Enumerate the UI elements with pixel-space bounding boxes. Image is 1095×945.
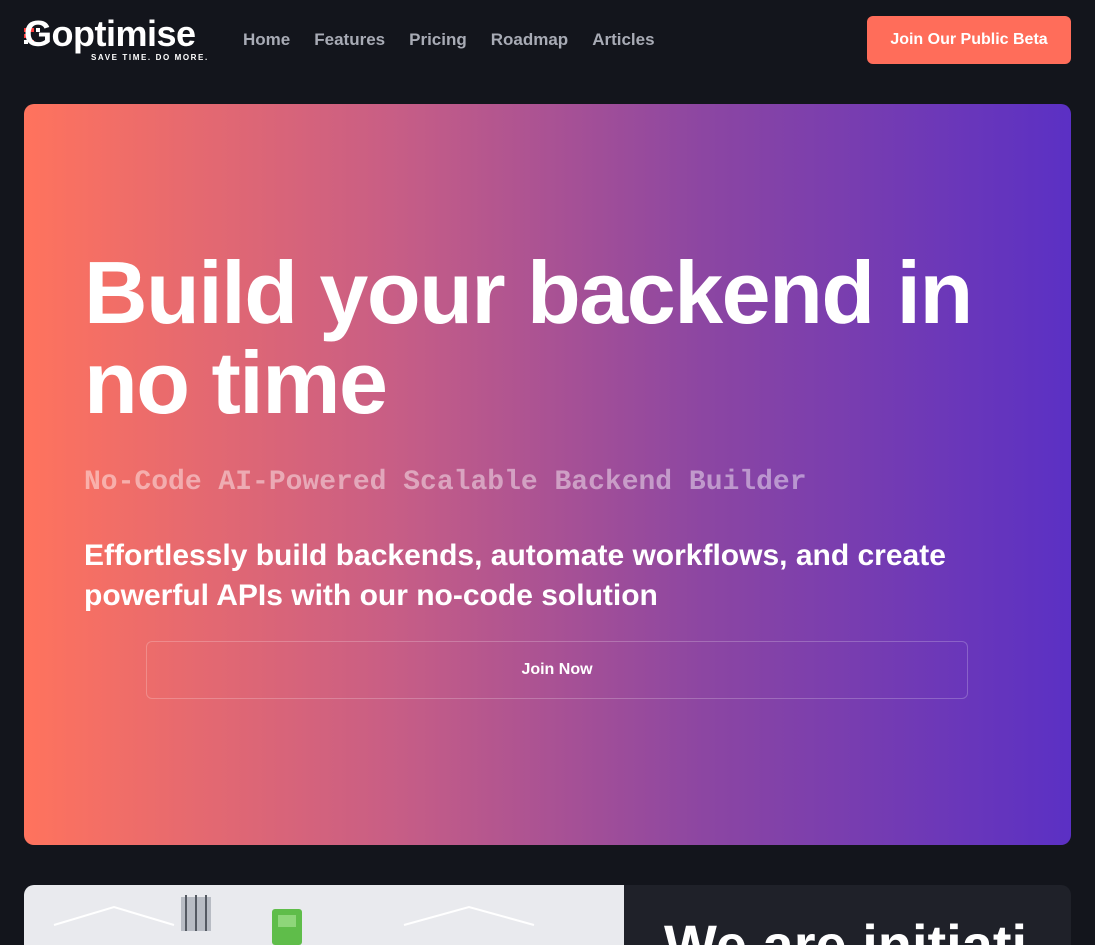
nav-links: Home Features Pricing Roadmap Articles xyxy=(243,28,679,52)
feature-illustration xyxy=(24,885,624,945)
hero-section: Build your backend in no time No-Code AI… xyxy=(24,104,1071,845)
hero-subtitle: No-Code AI-Powered Scalable Backend Buil… xyxy=(84,467,807,498)
hero-description: Effortlessly build backends, automate wo… xyxy=(84,539,946,612)
next-section: We are initiati xyxy=(24,885,1071,945)
brand-logo[interactable]: Goptimise SAVE TIME. DO MORE. xyxy=(24,14,210,64)
logo-tagline: SAVE TIME. DO MORE. xyxy=(91,53,209,62)
hero-title: Build your backend in no time xyxy=(84,243,973,432)
join-public-beta-button[interactable]: Join Our Public Beta xyxy=(867,16,1071,64)
top-navigation: Goptimise SAVE TIME. DO MORE. Home Featu… xyxy=(0,0,1095,80)
nav-item-features[interactable]: Features xyxy=(314,28,385,52)
next-section-panel: We are initiati xyxy=(624,885,1071,945)
nav-item-articles[interactable]: Articles xyxy=(592,28,654,52)
logo-wordmark: Goptimise xyxy=(24,13,196,54)
illustration-graphic xyxy=(53,895,535,945)
nav-item-home[interactable]: Home xyxy=(243,28,290,52)
nav-item-roadmap[interactable]: Roadmap xyxy=(491,28,568,52)
join-now-button[interactable]: Join Now xyxy=(146,641,968,699)
nav-item-pricing[interactable]: Pricing xyxy=(409,28,467,52)
next-section-heading: We are initiati xyxy=(664,913,1028,945)
